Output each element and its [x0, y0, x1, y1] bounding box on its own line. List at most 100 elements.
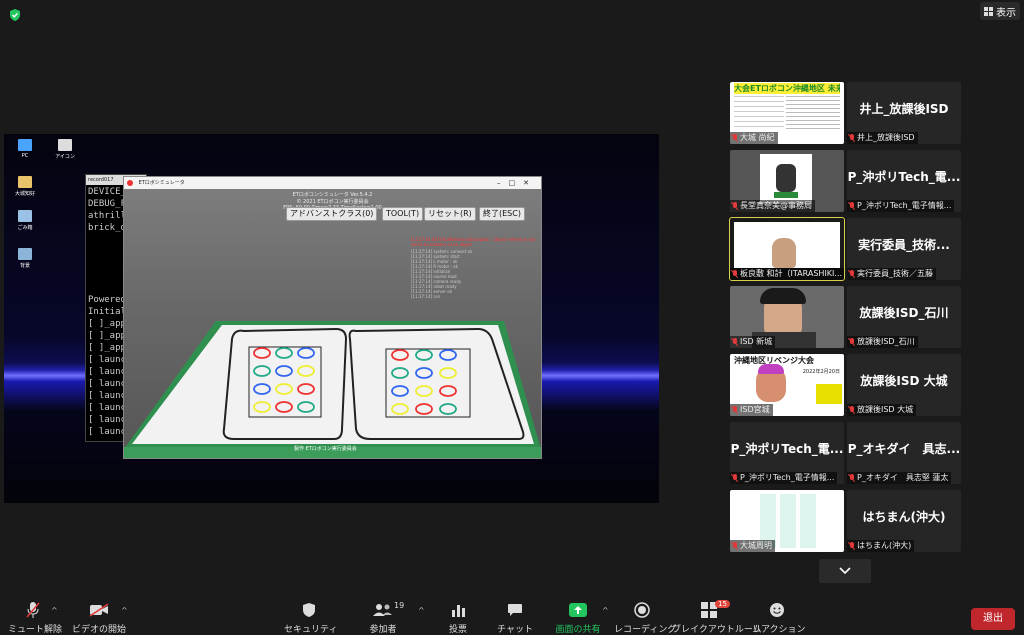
participant-tile[interactable]: 大城周明	[730, 490, 844, 552]
slide-title: 大会ETロボコン沖縄地区 未来!!	[734, 83, 840, 94]
participant-tile[interactable]: 沖縄地区リベンジ大会 2022年2月20日 ISD宮城	[730, 354, 844, 416]
microphone-muted-icon	[849, 406, 855, 414]
desktop-icon-user[interactable]: 大城知好	[8, 176, 42, 197]
slide-date: 2022年2月20日	[802, 369, 840, 375]
start-video-button[interactable]: ビデオの開始	[72, 600, 126, 635]
bar-chart-icon	[452, 605, 465, 617]
chat-bubble-icon	[508, 604, 522, 616]
participant-label: ISD宮城	[730, 404, 773, 416]
desktop-icon-file[interactable]: アイコン	[48, 139, 82, 160]
participant-tile[interactable]: 沖縄地区リベンジ大会2022年2月板良敷 和計（ITARASHIKI...	[729, 217, 845, 281]
simulator-titlebar[interactable]: ETロボシミュレータ –□✕	[124, 177, 541, 189]
video-off-icon	[89, 603, 109, 617]
microphone-muted-icon	[26, 602, 40, 618]
microphone-muted-icon	[732, 134, 738, 142]
participant-tile[interactable]: P_沖ポリTech_電... P_沖ポリTech_電子情報...	[730, 422, 844, 484]
participant-tile[interactable]: 長堂真奈美@事務局	[730, 150, 844, 212]
participant-label: 大城 尚紀	[730, 132, 778, 144]
microphone-muted-icon	[849, 338, 855, 346]
slide-title: 沖縄地区リベンジ大会	[734, 356, 814, 365]
reset-button[interactable]: リセット(R)	[424, 207, 476, 221]
smiley-icon	[770, 603, 784, 617]
participant-tile[interactable]: 放課後ISD_石川 放課後ISD_石川	[847, 286, 961, 348]
simulator-window-title: ETロボシミュレータ	[138, 180, 185, 186]
participant-label: はちまん(沖大)	[847, 540, 915, 552]
console-line: [ ]_app	[88, 319, 126, 329]
chat-button[interactable]: チャット	[495, 600, 535, 635]
console-line: [ ]_app	[88, 343, 126, 353]
microphone-muted-icon	[732, 474, 738, 482]
participant-tile[interactable]: 井上_放課後ISD 井上_放課後ISD	[847, 82, 961, 144]
microphone-muted-icon	[732, 270, 738, 278]
console-line: DEBUG_F	[88, 199, 126, 209]
log-line: [11:27:14] run	[411, 294, 441, 299]
participant-label: ISD 新城	[730, 336, 776, 348]
participant-tile[interactable]: ISD 新城	[730, 286, 844, 348]
error-message: [11:27:14.047] NullReferenceException : …	[411, 237, 535, 247]
participant-name: 実行委員_技術...	[858, 238, 950, 252]
participant-tile[interactable]: P_オキダイ 具志... P_オキダイ 具志堅 蓮太	[847, 422, 961, 484]
console-line: Initial	[88, 307, 126, 317]
participant-tile[interactable]: 大会ETロボコン沖縄地区 未来!! 大城 尚紀	[730, 82, 844, 144]
video-options-caret[interactable]: ^	[121, 606, 128, 615]
participant-label: 大城周明	[730, 540, 775, 552]
participant-name: P_沖ポリTech_電...	[730, 442, 844, 456]
desktop-icon-pc[interactable]: PC	[8, 139, 42, 159]
share-options-caret[interactable]: ^	[602, 606, 609, 615]
shield-icon	[303, 603, 315, 617]
share-screen-button[interactable]: 画面の共有	[552, 600, 604, 635]
course-field	[124, 321, 541, 458]
microphone-muted-icon	[732, 542, 738, 550]
log-panel: [11:27:14] system: connect ok [11:27:14] …	[411, 249, 536, 299]
participant-label: 放課後ISD_石川	[847, 336, 918, 348]
desktop-icon-background[interactable]: 背景	[8, 248, 42, 269]
participant-name: 井上_放課後ISD	[859, 102, 949, 116]
participant-tile[interactable]: P_沖ポリTech_電... P_沖ポリTech_電子情報...	[847, 150, 961, 212]
leave-button[interactable]: 退出	[971, 608, 1015, 630]
audio-options-caret[interactable]: ^	[51, 606, 58, 615]
view-button[interactable]: 表示	[980, 2, 1020, 20]
advanced-class-button[interactable]: アドバンストクラス(0)	[286, 207, 378, 221]
security-button[interactable]: セキュリティ	[284, 600, 337, 635]
reactions-button[interactable]: リアクション	[752, 600, 806, 635]
window-controls[interactable]: –□✕	[497, 177, 537, 189]
microphone-muted-icon	[849, 202, 855, 210]
simulator-window[interactable]: ETロボシミュレータ –□✕ ETロボコンシミュレータ Ver.5.4.2 © …	[123, 176, 542, 459]
microphone-muted-icon	[849, 270, 855, 278]
share-screen-icon	[569, 603, 587, 617]
microphone-muted-icon	[849, 474, 855, 482]
console-line: DEVICE_	[88, 187, 126, 197]
next-page-button[interactable]	[819, 559, 871, 583]
participant-label: 放課後ISD 大城	[847, 404, 917, 416]
participants-options-caret[interactable]: ^	[418, 606, 425, 615]
security-shield-icon[interactable]	[8, 8, 22, 22]
simulator-viewport[interactable]: ETロボコンシミュレータ Ver.5.4.2 © 2021 ETロボコン実行委員…	[124, 189, 541, 458]
participant-name: P_沖ポリTech_電...	[847, 170, 961, 184]
chevron-down-icon	[839, 567, 851, 575]
field-footer: 製作 ETロボコン実行委員会	[294, 446, 357, 452]
participant-label: 実行委員_技術／五藤	[847, 268, 936, 280]
breakout-count-badge: 15	[715, 600, 730, 608]
view-label: 表示	[996, 7, 1016, 19]
grid-icon	[984, 6, 993, 16]
polls-button[interactable]: 投票	[438, 600, 478, 635]
participant-tile[interactable]: はちまん(沖大) はちまん(沖大)	[847, 490, 961, 552]
console-line: [ ]_app	[88, 331, 126, 341]
participant-label: 井上_放課後ISD	[847, 132, 918, 144]
participant-name: 放課後ISD_石川	[859, 306, 949, 320]
desktop-icon-recycle-bin[interactable]: ごみ箱	[8, 210, 42, 231]
participant-name: 放課後ISD 大城	[860, 374, 948, 388]
participants-icon	[373, 604, 392, 616]
breakout-rooms-button[interactable]: 15 ブレイクアウトルーム	[672, 600, 762, 635]
record-icon	[634, 602, 650, 618]
participant-label: P_沖ポリTech_電子情報...	[847, 200, 955, 212]
console-line: brick_d	[88, 223, 126, 233]
participant-name: P_オキダイ 具志...	[847, 442, 961, 456]
participant-tile[interactable]: 実行委員_技術... 実行委員_技術／五藤	[847, 218, 961, 280]
tool-button[interactable]: TOOL(T)	[382, 207, 424, 221]
quit-button[interactable]: 終了(ESC)	[479, 207, 525, 221]
participants-button[interactable]: 19 参加者	[358, 600, 408, 635]
record-button[interactable]: レコーディング	[614, 600, 676, 635]
participant-label: P_沖ポリTech_電子情報...	[730, 472, 838, 484]
participant-tile[interactable]: 放課後ISD 大城 放課後ISD 大城	[847, 354, 961, 416]
